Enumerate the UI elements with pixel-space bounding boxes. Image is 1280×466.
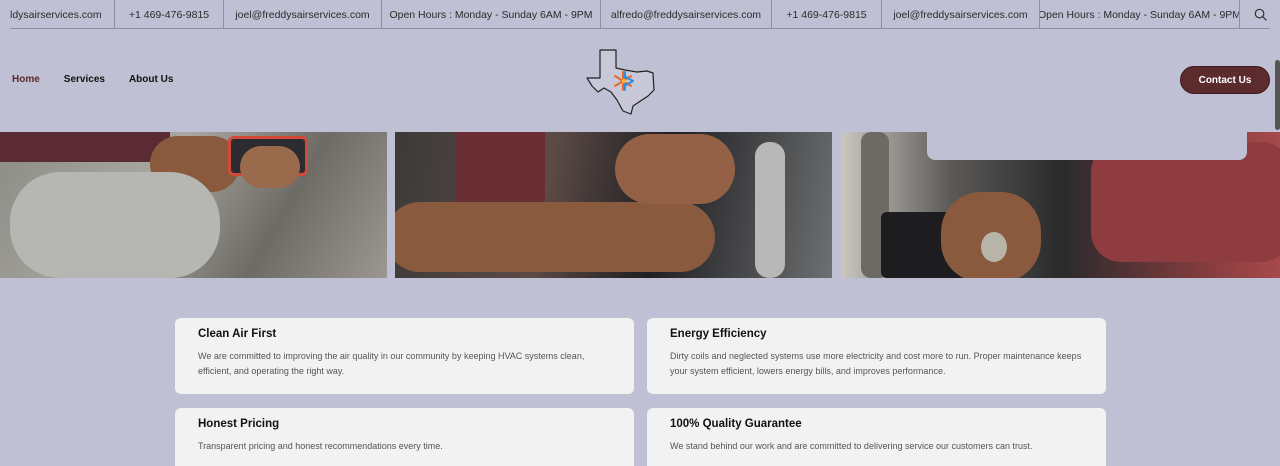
values-section: Clean Air First We are committed to impr… <box>0 278 1280 466</box>
topbar-hours: Open Hours : Monday - Sunday 6AM - 9PM <box>382 0 601 29</box>
photo-strip <box>0 128 1280 278</box>
value-card-text: We are committed to improving the air qu… <box>198 351 585 376</box>
technician-photo-wiring <box>395 132 832 278</box>
value-card-title: Clean Air First <box>198 328 277 340</box>
value-card-text: We stand behind our work and are committ… <box>670 441 1033 451</box>
value-card-title: Energy Efficiency <box>670 328 767 340</box>
topbar-website[interactable]: ldysairservices.com <box>0 0 115 29</box>
nav-about-us[interactable]: About Us <box>129 74 173 85</box>
value-card-clean-air: Clean Air First We are committed to impr… <box>175 318 634 394</box>
main-nav: Home Services About Us <box>12 74 173 85</box>
texas-snowflake-logo[interactable] <box>585 48 657 116</box>
value-card-title: 100% Quality Guarantee <box>670 418 802 430</box>
topbar-divider <box>10 28 1270 29</box>
contact-us-button[interactable]: Contact Us <box>1180 66 1270 94</box>
search-button[interactable] <box>1240 0 1280 29</box>
nav-services[interactable]: Services <box>64 74 105 85</box>
top-info-bar: ldysairservices.com +1 469-476-9815 joel… <box>0 0 1280 29</box>
topbar-email-alt[interactable]: alfredo@freddysairservices.com <box>601 0 772 29</box>
topbar-phone-repeat[interactable]: +1 469-476-9815 <box>772 0 882 29</box>
technician-photo-meter <box>0 132 387 278</box>
hero-overlay-card <box>927 128 1247 160</box>
value-card-quality-guarantee: 100% Quality Guarantee We stand behind o… <box>647 408 1106 466</box>
value-card-text: Dirty coils and neglected systems use mo… <box>670 351 1082 376</box>
topbar-email-repeat[interactable]: joel@freddysairservices.com <box>882 0 1040 29</box>
search-icon <box>1254 8 1267 21</box>
value-card-energy-efficiency: Energy Efficiency Dirty coils and neglec… <box>647 318 1106 394</box>
value-card-title: Honest Pricing <box>198 418 280 430</box>
value-card-text: Transparent pricing and honest recommend… <box>198 441 443 451</box>
topbar-email[interactable]: joel@freddysairservices.com <box>224 0 382 29</box>
topbar-phone[interactable]: +1 469-476-9815 <box>115 0 224 29</box>
nav-home[interactable]: Home <box>12 74 40 85</box>
topbar-hours-repeat: Open Hours : Monday - Sunday 6AM - 9PM <box>1040 0 1240 29</box>
page-scrollbar[interactable] <box>1275 60 1280 130</box>
value-card-honest-pricing: Honest Pricing Transparent pricing and h… <box>175 408 634 466</box>
